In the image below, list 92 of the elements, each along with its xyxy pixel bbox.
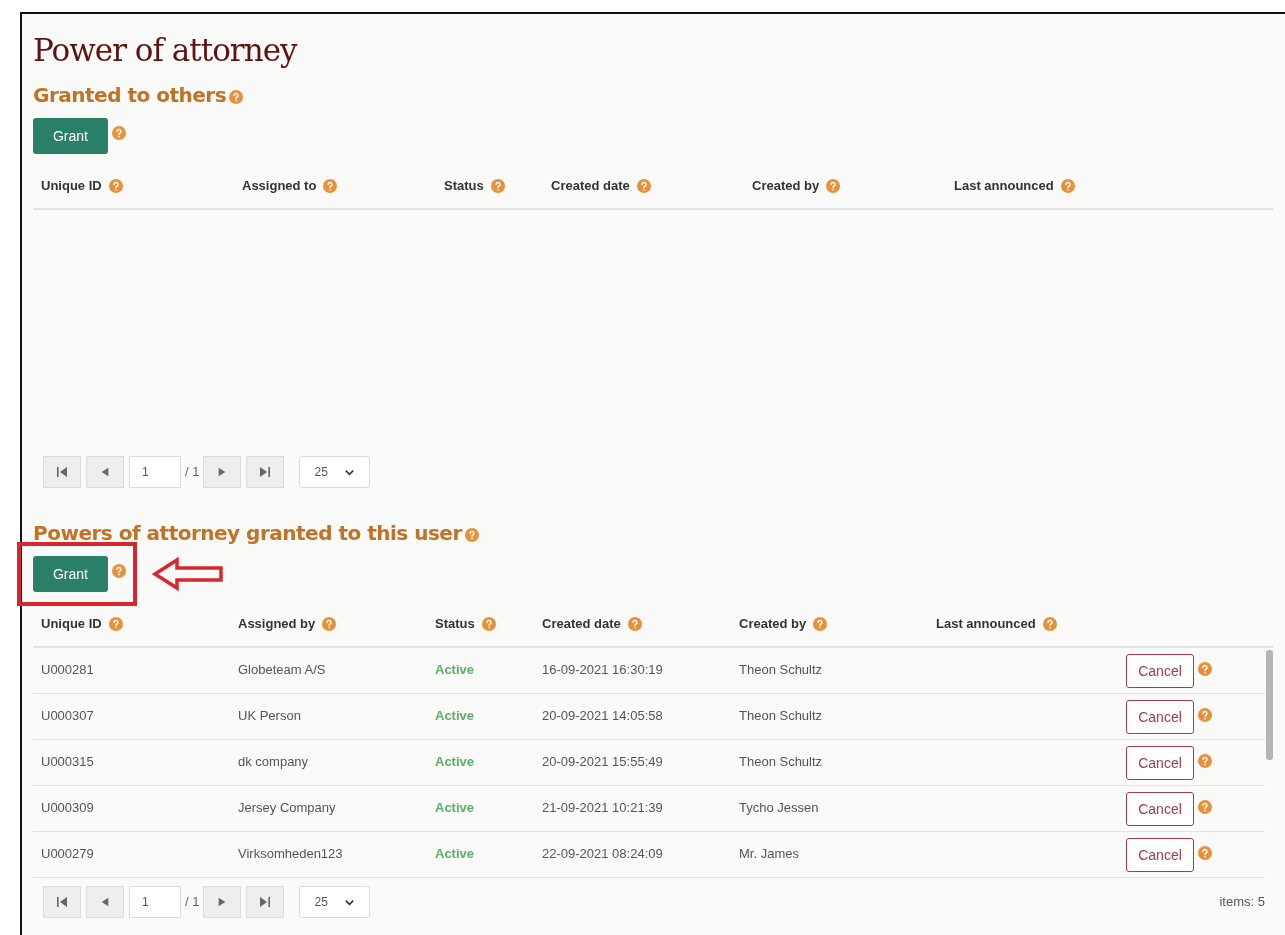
table-cell-text: U000307 [40, 707, 95, 725]
help-icon[interactable] [1198, 754, 1212, 768]
column-header: Assigned by [238, 615, 316, 633]
column-header: Created by [739, 615, 807, 633]
table-cell-text: Jersey Company [237, 799, 337, 817]
items-count: items: 5 [1219, 893, 1265, 912]
help-icon[interactable] [1042, 616, 1057, 631]
table-cell-text: Theon Schultz [738, 661, 824, 679]
table-cell-text: 21-09-2021 10:21:39 [541, 799, 664, 817]
column-header: Unique ID [41, 177, 102, 195]
help-icon[interactable] [481, 616, 496, 631]
next-page-button[interactable] [203, 456, 242, 488]
grant-button[interactable]: Grant [33, 118, 108, 154]
table-cell-text: 16-09-2021 16:30:19 [541, 661, 664, 679]
help-icon[interactable] [627, 616, 642, 631]
previous-page-button[interactable] [86, 886, 124, 918]
help-icon[interactable] [323, 178, 338, 193]
column-header: Assigned to [242, 177, 317, 195]
column-header: Created by [752, 177, 820, 195]
first-page-icon [56, 896, 68, 908]
status-text: Active [434, 799, 476, 817]
help-icon[interactable] [1060, 178, 1075, 193]
next-icon [217, 467, 228, 477]
first-page-icon [56, 466, 68, 478]
first-page-button[interactable] [43, 456, 81, 488]
column-header: Last announced [936, 615, 1036, 633]
column-header: Unique ID [41, 615, 102, 633]
help-icon[interactable] [1198, 846, 1212, 860]
grant-button[interactable]: Grant [33, 556, 108, 592]
page-size-select[interactable]: 25 [299, 886, 371, 918]
cancel-button[interactable]: Cancel [1126, 654, 1194, 688]
table-cell-text: 22-09-2021 08:24:09 [541, 845, 664, 863]
help-icon[interactable] [636, 178, 651, 193]
status-text: Active [434, 661, 476, 679]
cancel-button[interactable]: Cancel [1126, 838, 1194, 872]
help-icon[interactable] [322, 616, 337, 631]
section-heading: Powers of attorney granted to this user [33, 520, 462, 547]
table-cell-text: U000309 [40, 799, 95, 817]
status-text: Active [434, 753, 476, 771]
table-cell-text: U000279 [40, 845, 95, 863]
cancel-button[interactable]: Cancel [1126, 792, 1194, 826]
help-icon[interactable] [112, 126, 126, 140]
help-icon[interactable] [1198, 662, 1212, 676]
page-field[interactable]: 1 [129, 886, 181, 918]
help-icon[interactable] [229, 90, 244, 104]
column-header: Status [435, 615, 475, 633]
table-cell-text: Theon Schultz [738, 753, 824, 771]
page-count: / 1 [185, 463, 200, 482]
first-page-button[interactable] [43, 886, 81, 918]
column-header: Created date [542, 615, 621, 633]
last-page-icon [259, 466, 272, 478]
page-size-select[interactable]: 25 [299, 456, 371, 488]
previous-page-button[interactable] [86, 456, 124, 488]
cancel-button[interactable]: Cancel [1126, 746, 1194, 780]
help-icon[interactable] [490, 178, 505, 193]
help-icon[interactable] [464, 528, 479, 542]
table-cell-text: 20-09-2021 15:55:49 [541, 753, 664, 771]
column-header: Created date [551, 177, 630, 195]
table-cell-text: Virksomheden123 [237, 845, 344, 863]
last-page-icon [259, 896, 272, 908]
status-text: Active [434, 707, 476, 725]
help-icon[interactable] [108, 178, 123, 193]
last-page-button[interactable] [246, 886, 285, 918]
page-count: / 1 [185, 893, 200, 912]
scrollbar[interactable] [1266, 650, 1273, 760]
last-page-button[interactable] [246, 456, 285, 488]
table-cell-text: UK Person [237, 707, 302, 725]
column-header: Status [444, 177, 484, 195]
table-cell-text: 20-09-2021 14:05:58 [541, 707, 664, 725]
next-page-button[interactable] [203, 886, 242, 918]
table-cell-text: dk company [237, 753, 310, 771]
help-icon[interactable] [826, 178, 841, 193]
page-field[interactable]: 1 [129, 456, 181, 488]
table-cell-text: Tycho Jessen [738, 799, 820, 817]
table-cell-text: U000281 [40, 661, 95, 679]
table-cell-text: Mr. James [738, 845, 800, 863]
help-icon[interactable] [1198, 708, 1212, 722]
cancel-button[interactable]: Cancel [1126, 700, 1194, 734]
next-icon [217, 897, 228, 907]
column-header: Last announced [954, 177, 1054, 195]
help-icon[interactable] [112, 564, 126, 578]
previous-icon [100, 897, 110, 907]
table-cell-text: U000315 [40, 753, 95, 771]
table-cell-text: Globeteam A/S [237, 661, 327, 679]
previous-icon [100, 467, 110, 477]
table-cell-text: Theon Schultz [738, 707, 824, 725]
status-text: Active [434, 845, 476, 863]
section-heading: Granted to others [33, 82, 227, 109]
help-icon[interactable] [813, 616, 828, 631]
page-title: Power of attorney [33, 32, 299, 68]
help-icon[interactable] [108, 616, 123, 631]
help-icon[interactable] [1198, 800, 1212, 814]
